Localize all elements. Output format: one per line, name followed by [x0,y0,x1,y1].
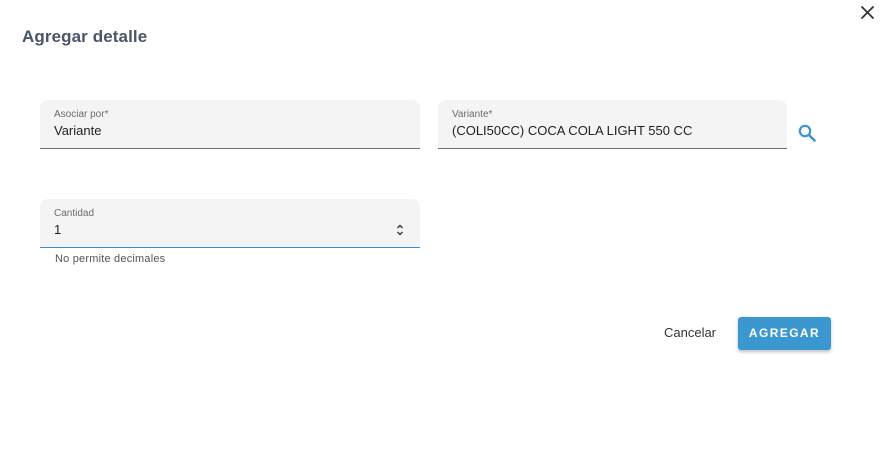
close-button[interactable] [857,2,879,24]
search-variante-button[interactable] [796,122,818,144]
quantity-stepper[interactable] [396,223,404,237]
agregar-button[interactable]: AGREGAR [738,317,831,350]
cancel-button[interactable]: Cancelar [652,318,728,348]
cantidad-input[interactable]: Cantidad 1 [40,199,420,248]
asociar-por-select[interactable]: Asociar por* Variante [40,100,420,149]
asociar-por-value: Variante [54,123,102,138]
search-icon [798,124,816,142]
cantidad-label: Cantidad [54,208,95,219]
stepper-arrows-icon [397,224,403,236]
add-detail-dialog: Agregar detalle Asociar por* Variante Va… [0,0,880,450]
cantidad-hint: No permite decimales [55,253,166,265]
cantidad-value: 1 [54,222,62,237]
asociar-por-label: Asociar por* [54,109,109,120]
close-icon [861,6,874,19]
variante-label: Variante* [452,109,493,120]
dialog-title: Agregar detalle [22,27,148,46]
variante-field[interactable]: Variante* (COLI50CC) COCA COLA LIGHT 550… [438,100,787,149]
variante-value: (COLI50CC) COCA COLA LIGHT 550 CC [452,123,693,138]
